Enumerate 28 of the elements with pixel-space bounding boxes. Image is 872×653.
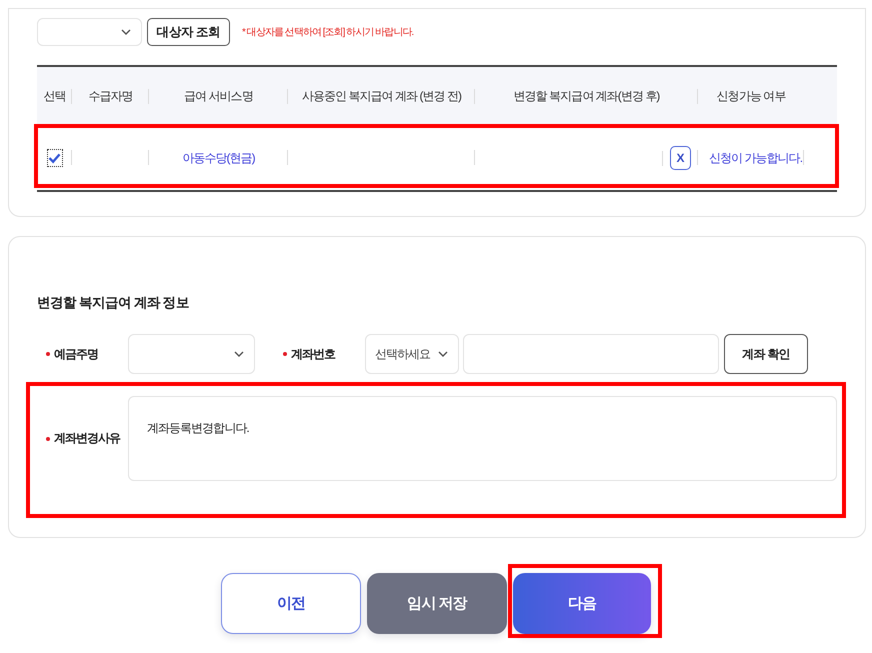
chevron-down-icon [234, 351, 244, 357]
notice-text: * 대상자를 선택하여 [조회] 하시기 바랍니다. [242, 26, 414, 39]
bank-select[interactable]: 선택하세요 [365, 334, 459, 374]
save-draft-button[interactable]: 임시 저장 [367, 573, 507, 634]
confirm-button[interactable]: 계좌 확인 [724, 334, 808, 374]
chevron-down-icon [438, 351, 448, 357]
field-label: 계좌변경사유 [54, 430, 120, 447]
holder-select[interactable] [128, 334, 255, 374]
column-header: 사용중인 복지급여 계좌 (변경 전) [302, 88, 462, 105]
column-header: 변경할 복지급여 계좌(변경 후) [514, 88, 660, 105]
previous-button[interactable]: 이전 [221, 573, 361, 634]
field-label: 예금주명 [54, 346, 98, 362]
account-number-input[interactable] [463, 334, 719, 374]
next-button[interactable]: 다음 [513, 573, 651, 634]
column-header: 급여 서비스명 [184, 88, 253, 105]
lookup-button[interactable]: 대상자 조회 [147, 18, 230, 46]
target-select[interactable] [37, 18, 142, 46]
status-text: 신청이 가능합니다. [709, 150, 802, 166]
chevron-down-icon [121, 29, 131, 35]
clear-button[interactable]: X [670, 146, 691, 170]
checkbox[interactable] [46, 149, 62, 167]
column-header: 신청가능 여부 [716, 88, 786, 105]
field-label: 계좌번호 [291, 346, 336, 362]
reason-textarea[interactable]: 계좌등록변경합니다. [128, 396, 837, 481]
service-name: 아동수당(현금) [182, 150, 255, 166]
column-header: 선택 [43, 88, 66, 105]
column-header: 수급자명 [88, 88, 133, 105]
section-title: 변경할 복지급여 계좌 정보 [37, 294, 190, 312]
